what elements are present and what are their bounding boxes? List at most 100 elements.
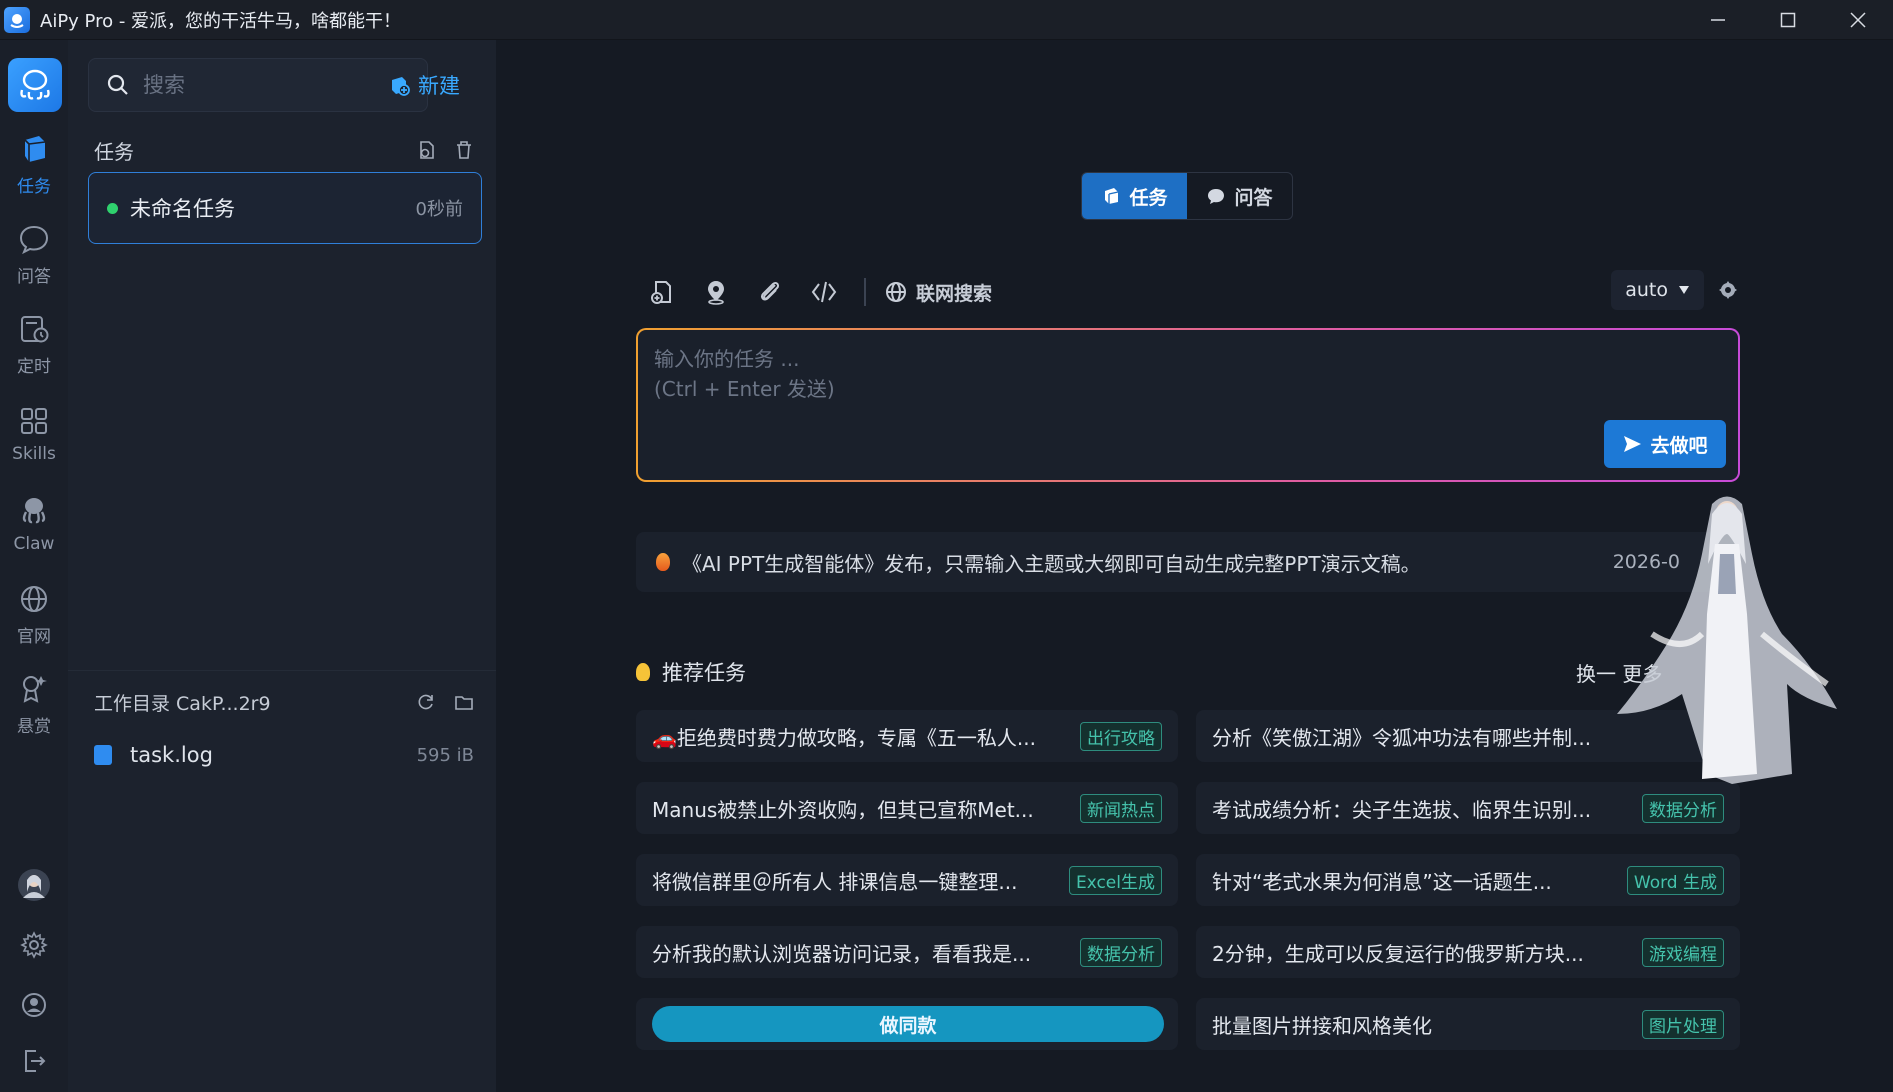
- lightbulb-icon: [636, 663, 650, 681]
- mode-label: 问答: [1234, 186, 1273, 209]
- rail-item-schedule[interactable]: 定时: [0, 304, 68, 384]
- submit-task-button[interactable]: 去做吧: [1604, 420, 1726, 468]
- web-search-toggle[interactable]: 联网搜索: [884, 279, 992, 306]
- file-name: task.log: [130, 743, 213, 767]
- logout-button[interactable]: [0, 1036, 68, 1086]
- sidebar-divider: [68, 670, 496, 671]
- mode-toggle: 任务 问答: [1081, 172, 1293, 220]
- rail-item-claw[interactable]: Claw: [0, 484, 68, 564]
- rail-item-tasks[interactable]: 任务: [0, 124, 68, 204]
- recommend-card: 做同款: [636, 998, 1178, 1050]
- recommend-card[interactable]: 批量图片拼接和风格美化 图片处理: [1196, 998, 1740, 1050]
- rail-item-website[interactable]: 官网: [0, 574, 68, 654]
- trash-icon[interactable]: [454, 140, 474, 160]
- recommend-card[interactable]: 分析我的默认浏览器访问记录，看看我是... 数据分析: [636, 926, 1178, 978]
- tab-task-mode[interactable]: 任务: [1082, 173, 1187, 219]
- search-input[interactable]: [143, 73, 343, 97]
- document-add-icon: [651, 281, 671, 304]
- logout-icon: [25, 1050, 46, 1072]
- mascot-character-image: [1617, 496, 1837, 784]
- send-icon: [1624, 436, 1642, 452]
- close-button[interactable]: [1823, 0, 1893, 40]
- settings-button[interactable]: [0, 920, 68, 970]
- attach-file-button[interactable]: [752, 274, 788, 310]
- recommend-tag: Word 生成: [1626, 865, 1724, 895]
- close-icon: [1850, 12, 1866, 28]
- recommend-title: 推荐任务: [662, 661, 746, 685]
- reward-icon: [23, 675, 47, 703]
- do-same-button[interactable]: 做同款: [652, 1006, 1164, 1042]
- maximize-icon: [1780, 12, 1796, 28]
- recommend-text: 针对“老式水果为何消息”这一话题生...: [1212, 869, 1552, 894]
- window-controls: [1683, 0, 1893, 40]
- user-circle-icon: [22, 993, 46, 1017]
- recommend-tag: Excel生成: [1068, 865, 1162, 895]
- task-item[interactable]: 未命名任务 0秒前: [88, 172, 482, 244]
- caret-down-icon: [1679, 286, 1689, 294]
- gear-icon[interactable]: [1718, 280, 1738, 300]
- recommend-card[interactable]: 2分钟，生成可以反复运行的俄罗斯方块... 游戏编程: [1196, 926, 1740, 978]
- code-button[interactable]: [806, 274, 842, 310]
- app-logo-icon: [4, 6, 30, 33]
- rail-item-reward[interactable]: 悬赏: [0, 664, 68, 744]
- attach-doc-button[interactable]: [644, 274, 680, 310]
- model-value: auto: [1625, 279, 1668, 301]
- code-icon: [811, 281, 837, 303]
- rail-label: Claw: [13, 534, 55, 554]
- folder-icon[interactable]: [454, 692, 474, 712]
- recommend-text: 批量图片拼接和风格美化: [1212, 1013, 1432, 1038]
- submit-label: 去做吧: [1650, 434, 1708, 457]
- rail-label: 悬赏: [17, 716, 51, 737]
- minimize-button[interactable]: [1683, 0, 1753, 40]
- recommend-text: 分析我的默认浏览器访问记录，看看我是...: [652, 941, 1032, 966]
- recommend-text: 将微信群里＠所有人 排课信息一键整理...: [652, 869, 1018, 894]
- task-time: 0秒前: [415, 199, 463, 220]
- tasks-section-header: 任务: [94, 130, 474, 170]
- task-input-box: 去做吧: [636, 328, 1740, 482]
- mode-label: 任务: [1129, 186, 1168, 209]
- file-item[interactable]: task.log 595 iB: [94, 735, 474, 775]
- rail-item-qa[interactable]: 问答: [0, 214, 68, 294]
- file-icon: [94, 745, 112, 765]
- recommend-tag: 新闻热点: [1080, 793, 1162, 823]
- rail-item-skills[interactable]: Skills: [0, 394, 68, 474]
- model-select[interactable]: auto: [1611, 270, 1704, 310]
- web-search-label: 联网搜索: [916, 282, 993, 305]
- rail-label: 问答: [17, 266, 51, 287]
- file-size: 595 iB: [416, 744, 474, 766]
- recommend-tag: 图片处理: [1642, 1009, 1724, 1039]
- location-button[interactable]: [698, 274, 734, 310]
- rail-label: 定时: [17, 356, 51, 377]
- tab-qa-mode[interactable]: 问答: [1187, 173, 1292, 219]
- minimize-icon: [1711, 19, 1725, 21]
- recommend-text: Manus被禁止外资收购，但其已宣称Met...: [652, 797, 1034, 822]
- new-task-icon: [392, 77, 410, 96]
- rail-label: 官网: [17, 626, 51, 647]
- chat-bubble-icon: [19, 225, 49, 254]
- toolbar-separator: [864, 278, 866, 306]
- recommend-tag: 数据分析: [1642, 793, 1724, 823]
- aipy-logo-icon[interactable]: [8, 58, 62, 112]
- avatar-icon: [18, 869, 50, 901]
- task-cube-icon: [1105, 188, 1119, 204]
- recommend-tag: 数据分析: [1080, 937, 1162, 967]
- new-task-label: 新建: [418, 74, 460, 98]
- task-status-dot: [107, 202, 118, 214]
- user-avatar[interactable]: [0, 860, 68, 910]
- schedule-icon: [21, 315, 49, 342]
- grid-icon: [21, 408, 47, 434]
- maximize-button[interactable]: [1753, 0, 1823, 40]
- recommend-text: 2分钟，生成可以反复运行的俄罗斯方块...: [1212, 941, 1584, 966]
- recommend-card[interactable]: 🚗拒绝费时费力做攻略，专属《五一私人... 出行攻略: [636, 710, 1178, 762]
- title-bar: AiPy Pro - 爱派，您的干活牛马，啥都能干！: [0, 0, 1893, 40]
- task-input[interactable]: [654, 344, 1554, 424]
- octopus-icon: [22, 498, 46, 524]
- recommend-card[interactable]: Manus被禁止外资收购，但其已宣称Met... 新闻热点: [636, 782, 1178, 834]
- recommend-card[interactable]: 将微信群里＠所有人 排课信息一键整理... Excel生成: [636, 854, 1178, 906]
- refresh-icon[interactable]: [416, 692, 436, 712]
- news-banner[interactable]: 《AI PPT生成智能体》发布，只需输入主题或大纲即可自动生成完整PPT演示文稿…: [636, 532, 1740, 592]
- account-button[interactable]: [0, 980, 68, 1030]
- new-task-button[interactable]: 新建: [372, 58, 476, 112]
- export-icon[interactable]: [416, 140, 436, 160]
- recommend-card[interactable]: 针对“老式水果为何消息”这一话题生... Word 生成: [1196, 854, 1740, 906]
